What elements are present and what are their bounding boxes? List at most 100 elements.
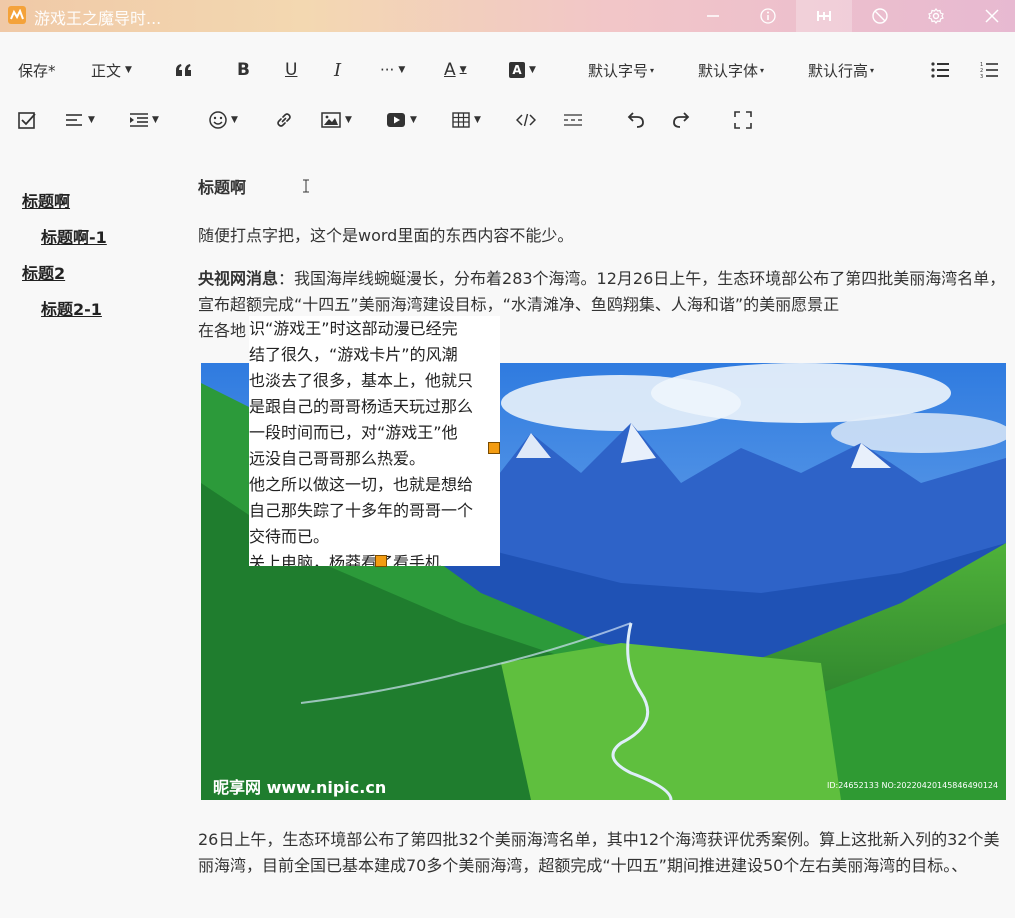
paragraph-2[interactable]: 央视网消息：我国海岸线蜿蜒漫长，分布着283个海湾。12月26日上午，生态环境部… [198,266,1006,318]
float-line: 是跟自己的哥哥杨适天玩过那么 [249,397,474,416]
caret-down-icon: ▼ [125,65,132,75]
link-button[interactable] [275,108,293,132]
float-line: 他之所以做这一切，也就是想给 [249,475,474,494]
link-icon [277,113,291,127]
caret-down-icon: ▼ [152,115,159,125]
align-left-icon [66,114,82,126]
close-button[interactable] [964,0,1015,32]
align-dropdown[interactable]: ▼ [66,108,95,132]
caret-down-icon: ▼ [398,65,406,75]
divider-button[interactable] [564,108,582,132]
font-color-icon: A [444,60,456,80]
numbered-list-button[interactable]: 123 [980,58,998,82]
outline-item-heading2[interactable]: 标题2 [22,260,65,284]
caret-down-icon: ▼ [231,115,238,125]
float-line: 也淡去了很多，基本上，他就只 [249,371,474,390]
resize-handle-right[interactable] [488,442,500,454]
caret-down-icon: ▼ [345,115,352,125]
fullscreen-icon [734,111,752,129]
more-format-dropdown[interactable]: ··· ▼ [380,58,405,82]
font-size-label: 默认字号 [588,61,649,80]
undo-icon [627,112,644,128]
caret-down-icon: ▼ [88,115,95,125]
debug-button[interactable] [796,0,852,32]
save-button[interactable]: 保存* [18,58,56,82]
floating-text-box[interactable]: 识“游戏王”时这部动漫已经完 结了很久，“游戏卡片”的风潮 也淡去了很多，基本上… [249,316,500,566]
svg-text:3: 3 [980,74,983,79]
paragraph-2-text: ：我国海岸线蜿蜒漫长，分布着283个海湾。12月26日上午，生态环境部公布了第四… [198,269,1006,314]
paragraph-1[interactable]: 随便打点字把，这个是word里面的东西内容不能少。 [198,223,1006,249]
quote-button[interactable] [175,58,193,82]
window-title: 游戏王之魔导时... [34,9,162,28]
float-line: 交待而已。 [249,527,330,546]
image-dropdown[interactable]: ▼ [321,108,352,132]
horizontal-rule-icon [564,114,582,126]
caret-down-icon: ▼ [459,65,467,75]
image-id-label: ID:24652133 NO:20220420145846490124 [827,781,998,790]
indent-icon [130,113,148,127]
toolbar-primary: 保存* 正文 ▼ B U I ··· ▼ A ▼ A ▼ 默认字号 ▾ 默认字体 ▾ 默认行… [0,46,1015,94]
caret-down-icon: ▾ [650,65,655,75]
float-line: 结了很久，“游戏卡片”的风潮 [249,345,458,364]
paragraph-2-source: 央视网消息 [198,269,279,288]
float-line: 自己那失踪了十多年的哥哥一个 [249,501,474,520]
toolbar-secondary: ▼ ▼ ▼ ▼ ▼ ▼ [0,96,1015,144]
paragraph-2-tail: 在各地 [198,321,247,340]
background-color-dropdown[interactable]: A ▼ [509,58,536,82]
video-dropdown[interactable]: ▼ [386,108,417,132]
table-icon [452,112,470,128]
title-bar: 游戏王之魔导时... [0,0,1015,32]
highlight-icon: A [509,62,525,78]
outline-item-heading2-1[interactable]: 标题2-1 [41,296,102,320]
checkbox-icon [18,112,36,129]
fullscreen-button[interactable] [734,108,752,132]
image-icon [321,112,341,128]
more-icon: ··· [380,61,395,79]
numbered-list-icon: 123 [980,62,998,79]
code-button[interactable] [516,108,536,132]
quote-icon [176,64,191,76]
bullet-list-icon [931,62,949,78]
redo-button[interactable] [672,108,692,132]
caret-down-icon: ▾ [760,65,765,75]
info-icon [760,8,776,24]
minimize-button[interactable] [685,0,741,32]
outline-item-heading1[interactable]: 标题啊 [22,188,70,212]
font-family-dropdown[interactable]: 默认字体 ▾ [698,58,764,82]
font-color-dropdown[interactable]: A ▼ [444,58,467,82]
outline-item-heading1-1[interactable]: 标题啊-1 [41,224,107,248]
underline-icon: U [285,60,298,80]
line-height-dropdown[interactable]: 默认行高 ▾ [808,58,874,82]
emoji-icon [209,111,227,129]
resize-handle-bottom[interactable] [375,555,387,567]
paragraph-3[interactable]: 26日上午，生态环境部公布了第四批32个美丽海湾名单，其中12个海湾获评优秀案例… [198,827,1006,879]
info-button[interactable] [740,0,796,32]
app-logo-icon [8,6,26,24]
minimize-icon [707,15,719,17]
italic-icon: I [334,59,342,81]
bold-button[interactable]: B [237,58,250,82]
task-list-button[interactable] [18,108,36,132]
save-label: 保存* [18,61,56,80]
caret-down-icon: ▼ [474,115,481,125]
close-icon [985,9,999,23]
float-line: 远没自己哥哥那么热爱。 [249,449,426,468]
settings-button[interactable] [908,0,964,32]
caret-down-icon: ▼ [410,115,417,125]
disable-button[interactable] [852,0,908,32]
undo-button[interactable] [625,108,645,132]
font-family-label: 默认字体 [698,61,759,80]
prohibited-icon [872,8,888,24]
bullet-list-button[interactable] [931,58,949,82]
image-watermark: 昵享网 www.nipic.cn [213,778,386,797]
emoji-dropdown[interactable]: ▼ [209,108,238,132]
underline-button[interactable]: U [285,58,297,82]
text-style-dropdown[interactable]: 正文 ▼ [91,58,132,82]
font-size-dropdown[interactable]: 默认字号 ▾ [588,58,654,82]
indent-dropdown[interactable]: ▼ [130,108,159,132]
document-heading[interactable]: 标题啊 [198,174,246,198]
text-cursor-icon [303,179,309,193]
caret-down-icon: ▼ [529,65,536,75]
table-dropdown[interactable]: ▼ [452,108,481,132]
italic-button[interactable]: I [334,58,341,82]
